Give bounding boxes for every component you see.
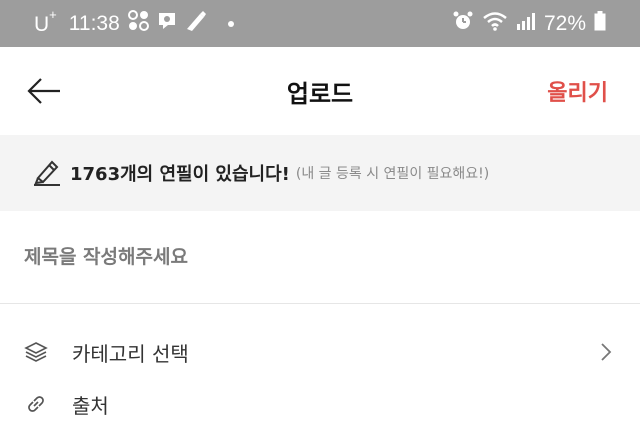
app-bar: 업로드 올리기 (0, 47, 640, 135)
pencil-app-icon (184, 10, 208, 37)
carrier-label: U+ (34, 6, 57, 36)
battery-percent: 72% (543, 11, 586, 35)
source-label: 출처 (72, 393, 109, 418)
upload-button[interactable]: 올리기 (547, 75, 608, 107)
category-label: 카테고리 선택 (72, 341, 189, 366)
signal-icon (516, 11, 536, 36)
pencil-icon (32, 156, 62, 190)
wifi-icon (482, 11, 508, 36)
chat-bubble-icon (156, 10, 178, 37)
status-bar: U+ 11:38 72% (0, 0, 640, 47)
pencil-balance-banner: 1763개의 연필이 있습니다! (내 글 등록 시 연필이 필요해요!) (0, 135, 640, 211)
source-row[interactable]: 출처 (0, 378, 640, 430)
chevron-right-icon (600, 342, 612, 366)
pencil-note-text: (내 글 등록 시 연필이 필요해요!) (295, 166, 490, 182)
clock: 11:38 (68, 11, 120, 35)
pencil-count-text: 1763개의 연필이 있습니다! (70, 164, 290, 185)
post-title-input[interactable] (0, 211, 640, 304)
category-select-row[interactable]: 카테고리 선택 (0, 326, 640, 378)
page-title: 업로드 (286, 79, 354, 108)
link-icon (24, 392, 48, 416)
notification-dot-icon (227, 20, 234, 27)
battery-icon (594, 11, 606, 36)
apps-grid-icon (127, 10, 150, 37)
back-button[interactable] (26, 77, 62, 105)
layers-icon (24, 340, 48, 364)
arrow-left-icon (27, 78, 60, 104)
alarm-icon (452, 10, 474, 37)
